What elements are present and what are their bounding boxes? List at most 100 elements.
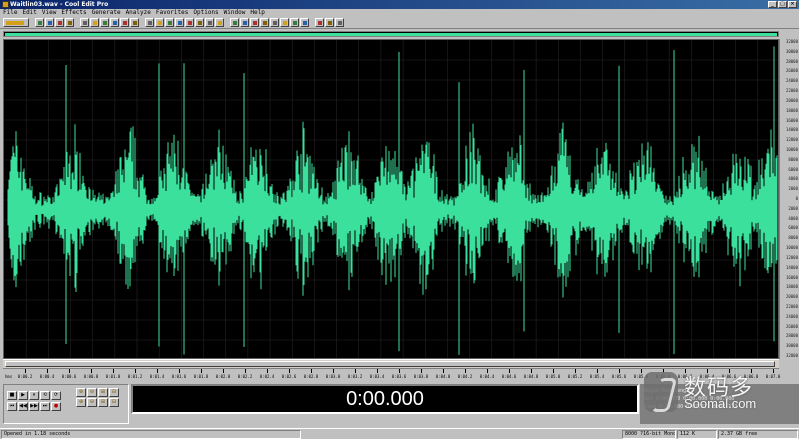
play-to-end-button[interactable]: ⟲ — [40, 391, 50, 400]
save-button[interactable] — [45, 18, 54, 27]
menu-favorites[interactable]: Favorites — [156, 9, 189, 17]
normalize-button[interactable] — [230, 18, 239, 27]
reverb-button[interactable] — [280, 18, 289, 27]
scrub-button[interactable] — [205, 18, 214, 27]
status-bar: Opened in 1.18 seconds 8000 ?16-bit Mono… — [0, 428, 799, 439]
zoom-out-vertical-button[interactable]: ⊖ — [87, 398, 97, 407]
rewind-button[interactable]: ◀◀ — [18, 402, 28, 411]
zoom-full-button[interactable]: ⊞ — [98, 388, 108, 397]
zoom-in-vertical-button[interactable]: ⊕ — [76, 398, 86, 407]
zoom-right-button[interactable]: ⊟ — [109, 398, 119, 407]
zoom-icon — [168, 21, 172, 25]
title-bar: Waitlin03.wav - Cool Edit Pro _ □ × — [0, 0, 799, 9]
spectral-button[interactable] — [185, 18, 194, 27]
filter-button[interactable] — [260, 18, 269, 27]
trim-button[interactable] — [145, 18, 154, 27]
go-to-start-button[interactable]: ⏮ — [7, 402, 17, 411]
copy-button[interactable] — [90, 18, 99, 27]
save-icon — [48, 21, 52, 25]
paste-button[interactable] — [100, 18, 109, 27]
time-tick-label: 0:01.6 — [171, 374, 187, 379]
time-tick — [399, 369, 400, 373]
menu-view[interactable]: View — [42, 9, 56, 17]
amplitude-tick-label: 20000 — [785, 97, 798, 103]
zoom-in-horizontal-button[interactable]: ⊕ — [76, 388, 86, 397]
zoom-out-horizontal-button[interactable]: ⊖ — [87, 388, 97, 397]
silence-button[interactable] — [155, 18, 164, 27]
menu-window[interactable]: Window — [224, 9, 246, 17]
amplitude-tick-label: 16000 — [785, 117, 798, 123]
overview-visible-range[interactable] — [5, 33, 777, 36]
pause-button[interactable]: ⏸ — [29, 391, 39, 400]
menu-options[interactable]: Options — [193, 9, 218, 17]
time-tick-label: 0:06.8 — [743, 374, 759, 379]
edit-button[interactable] — [65, 18, 74, 27]
fast-forward-button[interactable]: ▶▶ — [29, 402, 39, 411]
envelope-button[interactable] — [215, 18, 224, 27]
open-button[interactable] — [35, 18, 44, 27]
loop-icon — [178, 21, 182, 25]
record-button[interactable]: ● — [51, 402, 61, 411]
overview-range-bar[interactable] — [3, 31, 779, 37]
noise-button[interactable] — [240, 18, 249, 27]
menu-analyze[interactable]: Analyze — [126, 9, 151, 17]
amplitude-tick-label: 30000 — [785, 48, 798, 54]
horizontal-scrollbar[interactable] — [3, 359, 779, 368]
cut-button[interactable] — [80, 18, 89, 27]
time-tick-label: 0:01.8 — [193, 374, 209, 379]
filter-icon — [263, 21, 267, 25]
amplitude-tick-label: 26000 — [785, 323, 798, 329]
waveform-svg[interactable] — [4, 40, 779, 359]
settings-button[interactable] — [335, 18, 344, 27]
zoom-left-button[interactable]: ⊞ — [98, 398, 108, 407]
time-tick — [245, 369, 246, 373]
record-button[interactable] — [55, 18, 64, 27]
time-tick-label: 0:06.2 — [677, 374, 693, 379]
menu-file[interactable]: File — [3, 9, 17, 17]
zoom-selection-button[interactable]: ⊟ — [109, 388, 119, 397]
close-button[interactable]: × — [788, 1, 797, 8]
time-tick — [531, 369, 532, 373]
mix-paste-button[interactable] — [110, 18, 119, 27]
loop-button[interactable]: ⟳ — [51, 391, 61, 400]
help-button[interactable] — [325, 18, 334, 27]
selection-info-panel: Begin End Length Sel 0:00.000 0:00.000 0… — [640, 384, 799, 424]
scrollbar-thumb[interactable] — [5, 361, 775, 367]
menu-generate[interactable]: Generate — [92, 9, 121, 17]
marker-icon — [303, 21, 307, 25]
menu-help[interactable]: Help — [250, 9, 264, 17]
time-tick-label: 0:05.8 — [633, 374, 649, 379]
go-to-end-button[interactable]: ⏭ — [40, 402, 50, 411]
menu-edit[interactable]: Edit — [22, 9, 36, 17]
pitch-button[interactable] — [290, 18, 299, 27]
select-button[interactable] — [195, 18, 204, 27]
time-tick-label: 0:03.0 — [325, 374, 341, 379]
time-tick — [311, 369, 312, 373]
amplitude-tick-label: 14000 — [785, 127, 798, 133]
window-controls: _ □ × — [768, 1, 797, 8]
stop-button[interactable]: ■ — [7, 391, 17, 400]
marker-button[interactable] — [300, 18, 309, 27]
loop-button[interactable] — [175, 18, 184, 27]
menu-effects[interactable]: Effects — [61, 9, 86, 17]
undo-button[interactable] — [120, 18, 129, 27]
record-icon — [58, 21, 62, 25]
zoom-button[interactable] — [165, 18, 174, 27]
amplitude-tick-label: 6000 — [788, 166, 798, 172]
time-ruler: hms 0:00.2 0:00.4 0:00.6 0:00.8 0:01.0 0:01.2… — [3, 368, 780, 382]
time-tick — [91, 369, 92, 373]
time-tick — [751, 369, 752, 373]
waveform-display[interactable] — [3, 39, 779, 359]
minimize-button[interactable]: _ — [768, 1, 777, 8]
waveform-view-button[interactable] — [3, 18, 29, 27]
redo-button[interactable] — [130, 18, 139, 27]
delay-button[interactable] — [270, 18, 279, 27]
amplify-button[interactable] — [250, 18, 259, 27]
play-button[interactable]: ▶ — [18, 391, 28, 400]
time-tick-label: 0:01.4 — [149, 374, 165, 379]
cue-button[interactable] — [315, 18, 324, 27]
amplitude-tick-label: 10000 — [785, 146, 798, 152]
time-tick — [267, 369, 268, 373]
maximize-button[interactable]: □ — [778, 1, 787, 8]
info-view-row: View 0:00.000 0:07.172 0:07.172 — [644, 404, 738, 410]
